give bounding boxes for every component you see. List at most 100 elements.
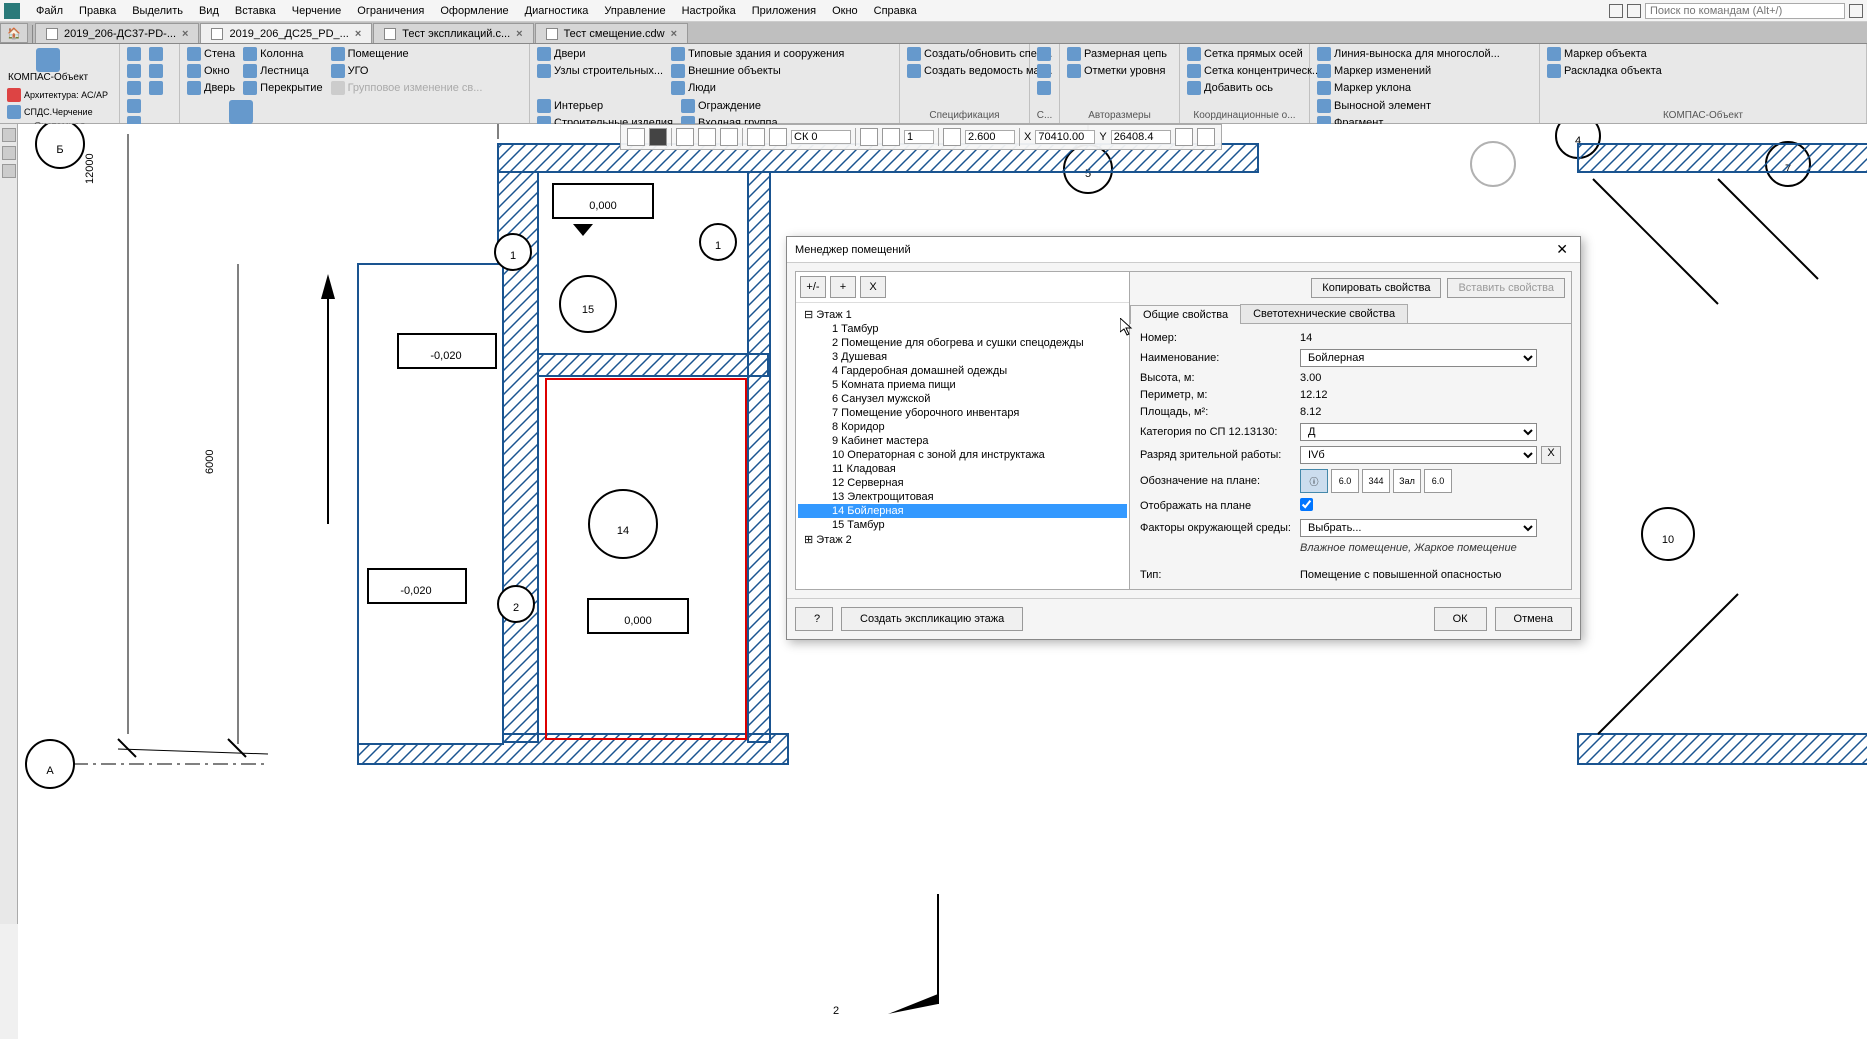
tool-button[interactable]	[1034, 63, 1055, 79]
menu-window[interactable]: Окно	[824, 3, 866, 19]
tree-room-node[interactable]: 8 Коридор	[798, 420, 1127, 434]
dialog-titlebar[interactable]: Менеджер помещений ✕	[787, 237, 1580, 263]
razryad-select[interactable]: IVб	[1300, 446, 1537, 464]
document-tab[interactable]: Тест экспликаций.c...×	[373, 23, 533, 43]
x-coord-input[interactable]	[1035, 130, 1095, 144]
snap-button[interactable]	[720, 128, 738, 146]
ok-button[interactable]: ОК	[1434, 607, 1487, 631]
tool-button[interactable]	[146, 63, 166, 79]
dimension-button[interactable]: Размерная цепь	[1064, 46, 1175, 62]
document-tab[interactable]: Тест смещение.cdw×	[535, 23, 688, 43]
tree-floor-node[interactable]: Этаж 1	[798, 307, 1127, 322]
search-settings-icon[interactable]	[1849, 4, 1863, 18]
leader-button[interactable]: Линия-выноска для многослой...	[1314, 46, 1503, 62]
tree-room-node[interactable]: 6 Санузел мужской	[798, 392, 1127, 406]
nodes-button[interactable]: Узлы строительных...	[534, 63, 666, 79]
room-button[interactable]: Помещение	[328, 46, 486, 62]
designation-option[interactable]: ⓘ	[1300, 469, 1328, 493]
name-select[interactable]: Бойлерная	[1300, 349, 1537, 367]
tree-room-node[interactable]: 3 Душевая	[798, 350, 1127, 364]
menu-help[interactable]: Справка	[866, 3, 925, 19]
delete-button[interactable]: X	[860, 276, 886, 298]
spec-button[interactable]: Создать/обновить спец...	[904, 46, 1025, 62]
tool-button[interactable]	[124, 63, 144, 79]
menu-file[interactable]: Файл	[28, 3, 71, 19]
menu-view[interactable]: Вид	[191, 3, 227, 19]
paste-properties-button[interactable]: Вставить свойства	[1447, 278, 1565, 298]
detail-button[interactable]: Выносной элемент	[1314, 98, 1434, 114]
wall-button[interactable]: Стена	[184, 46, 238, 62]
spds-button[interactable]: СПДС.Черчение	[4, 104, 111, 120]
tab-lighting[interactable]: Светотехнические свойства	[1240, 304, 1408, 323]
tree-room-node[interactable]: 11 Кладовая	[798, 462, 1127, 476]
arch-button[interactable]: Архитектура: АС/АР	[4, 87, 111, 103]
menu-edit[interactable]: Правка	[71, 3, 124, 19]
window-button[interactable]: Окно	[184, 63, 238, 79]
tree-room-node[interactable]: 13 Электрощитовая	[798, 490, 1127, 504]
change-marker-button[interactable]: Маркер изменений	[1314, 63, 1503, 79]
menu-manage[interactable]: Управление	[596, 3, 673, 19]
tree-room-node[interactable]: 7 Помещение уборочного инвентаря	[798, 406, 1127, 420]
tool-icon[interactable]	[2, 164, 16, 178]
ortho-icon[interactable]	[769, 128, 787, 146]
column-button[interactable]: Колонна	[240, 46, 325, 62]
add-button[interactable]: +	[830, 276, 856, 298]
step-input[interactable]	[904, 130, 934, 144]
tab-general[interactable]: Общие свойства	[1130, 305, 1241, 324]
designation-option[interactable]: 344	[1362, 469, 1390, 493]
tree-room-node[interactable]: 5 Комната приема пищи	[798, 378, 1127, 392]
tool-button[interactable]	[1034, 46, 1055, 62]
statement-button[interactable]: Создать ведомость мат...	[904, 63, 1025, 79]
view-tool-button[interactable]	[627, 128, 645, 146]
close-icon[interactable]: ×	[355, 28, 361, 40]
sk-input[interactable]	[791, 130, 851, 144]
designation-option[interactable]: 6.0	[1331, 469, 1359, 493]
zoom-icon[interactable]	[943, 128, 961, 146]
command-search-input[interactable]	[1645, 3, 1845, 19]
view-tool-button[interactable]	[882, 128, 900, 146]
tool-button[interactable]	[124, 80, 144, 96]
stairs-button[interactable]: Лестница	[240, 63, 325, 79]
menu-constraints[interactable]: Ограничения	[349, 3, 432, 19]
grid-conc-button[interactable]: Сетка концентрическ...	[1184, 63, 1305, 79]
level-button[interactable]: Отметки уровня	[1064, 63, 1175, 79]
fence-button[interactable]: Ограждение	[678, 98, 835, 114]
menu-draw[interactable]: Черчение	[284, 3, 350, 19]
tree-room-node[interactable]: 4 Гардеробная домашней одежды	[798, 364, 1127, 378]
tree-room-node[interactable]: 1 Тамбур	[798, 322, 1127, 336]
close-icon[interactable]: ✕	[1552, 241, 1572, 258]
grid-icon[interactable]	[747, 128, 765, 146]
menu-settings[interactable]: Настройка	[674, 3, 744, 19]
create-explication-button[interactable]: Создать экспликацию этажа	[841, 607, 1023, 631]
menu-decor[interactable]: Оформление	[432, 3, 516, 19]
doors-catalog-button[interactable]: Двери	[534, 46, 666, 62]
room-tree[interactable]: Этаж 1 1 Тамбур2 Помещение для обогрева …	[796, 303, 1129, 589]
tree-room-node[interactable]: 15 Тамбур	[798, 518, 1127, 532]
document-tab[interactable]: 2019_206_ДС25_PD_...×	[200, 23, 372, 43]
layout-button[interactable]: Раскладка объекта	[1544, 63, 1862, 79]
kompas-object-button[interactable]: КОМПАС-Объект	[4, 46, 92, 85]
maximize-icon[interactable]	[1627, 4, 1641, 18]
designation-option[interactable]: Зал	[1393, 469, 1421, 493]
interior-button[interactable]: Интерьер	[534, 98, 676, 114]
tree-room-node[interactable]: 9 Кабинет мастера	[798, 434, 1127, 448]
menu-insert[interactable]: Вставка	[227, 3, 284, 19]
tree-room-node[interactable]: 12 Серверная	[798, 476, 1127, 490]
view-tool-button[interactable]	[1175, 128, 1193, 146]
tool-icon[interactable]	[2, 128, 16, 142]
document-tab[interactable]: 2019_206-ДС37-PD-...×	[35, 23, 199, 43]
tree-room-node[interactable]: 14 Бойлерная	[798, 504, 1127, 518]
tool-button[interactable]	[146, 46, 166, 62]
door-button[interactable]: Дверь	[184, 80, 238, 96]
people-button[interactable]: Люди	[668, 80, 847, 96]
home-button[interactable]: 🏠	[0, 23, 28, 43]
cancel-button[interactable]: Отмена	[1495, 607, 1572, 631]
external-button[interactable]: Внешние объекты	[668, 63, 847, 79]
show-on-plan-checkbox[interactable]	[1300, 498, 1313, 511]
zoom-input[interactable]	[965, 130, 1015, 144]
view-tool-button[interactable]	[1197, 128, 1215, 146]
view-tool-button[interactable]	[860, 128, 878, 146]
menu-diag[interactable]: Диагностика	[517, 3, 597, 19]
menu-apps[interactable]: Приложения	[744, 3, 824, 19]
copy-properties-button[interactable]: Копировать свойства	[1311, 278, 1441, 298]
